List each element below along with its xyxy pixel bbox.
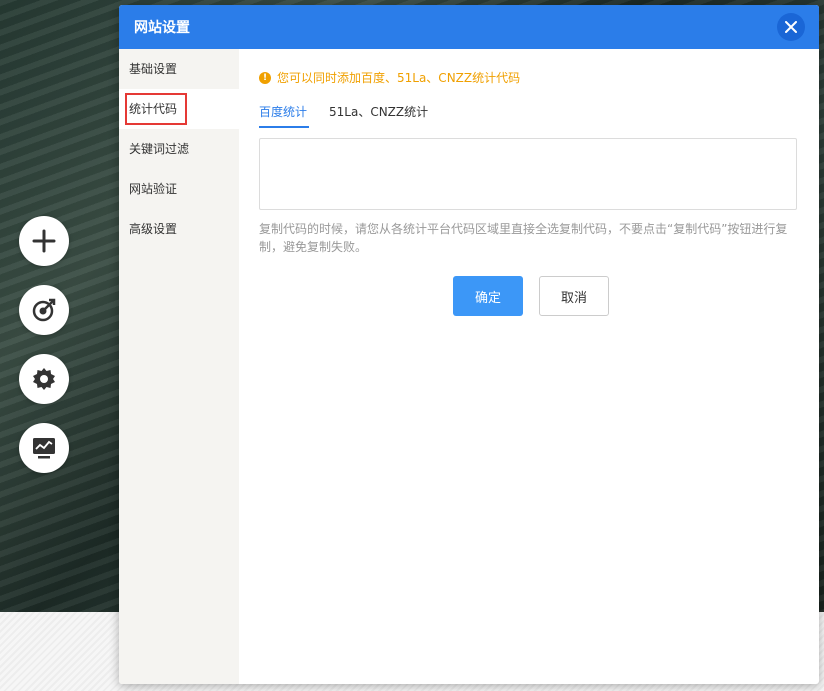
settings-sidebar: 基础设置 统计代码 关键词过滤 网站验证 高级设置 (119, 49, 239, 684)
stats-tabs: 百度统计 51La、CNZZ统计 (259, 103, 799, 128)
statistics-button[interactable] (19, 423, 69, 473)
notice: ! 您可以同时添加百度、51La、CNZZ统计代码 (259, 69, 799, 86)
notice-text: 您可以同时添加百度、51La、CNZZ统计代码 (277, 71, 521, 85)
close-button[interactable] (777, 13, 805, 41)
gear-icon (33, 368, 55, 390)
sidebar-item-label: 基础设置 (129, 62, 178, 76)
tab-51la-cnzz[interactable]: 51La、CNZZ统计 (329, 103, 430, 128)
highlight-box (125, 93, 187, 125)
sidebar-item-advanced[interactable]: 高级设置 (119, 209, 239, 249)
plus-icon (32, 229, 56, 253)
cancel-button[interactable]: 取消 (539, 276, 609, 316)
dialog-header: 网站设置 (119, 5, 819, 49)
code-input[interactable] (259, 138, 797, 210)
sidebar-item-basic[interactable]: 基础设置 (119, 49, 239, 89)
tab-baidu[interactable]: 百度统计 (259, 103, 310, 128)
dialog-title: 网站设置 (134, 20, 190, 36)
add-button[interactable] (19, 216, 69, 266)
target-icon (32, 298, 56, 322)
sidebar-item-label: 关键词过滤 (129, 142, 190, 156)
dialog-actions: 确定 取消 (259, 276, 803, 316)
monitor-chart-icon (33, 438, 55, 459)
sidebar-item-keyword-filter[interactable]: 关键词过滤 (119, 129, 239, 169)
close-icon (785, 21, 797, 33)
sidebar-item-label: 高级设置 (129, 222, 178, 236)
hint-text: 复制代码的时候，请您从各统计平台代码区域里直接全选复制代码，不要点击“复制代码”… (259, 222, 788, 254)
sidebar-item-site-verification[interactable]: 网站验证 (119, 169, 239, 209)
sidebar-item-stats-code[interactable]: 统计代码 (119, 89, 239, 129)
info-icon: ! (259, 71, 271, 84)
settings-button[interactable] (19, 354, 69, 404)
target-button[interactable] (19, 285, 69, 335)
confirm-button[interactable]: 确定 (453, 276, 523, 316)
website-settings-dialog: 网站设置 基础设置 统计代码 关键词过滤 网站验证 高级设置 ! 您可以同时添加… (119, 5, 819, 684)
sidebar-item-label: 网站验证 (129, 182, 178, 196)
stats-code-panel: ! 您可以同时添加百度、51La、CNZZ统计代码 百度统计 51La、CNZZ… (259, 49, 799, 316)
